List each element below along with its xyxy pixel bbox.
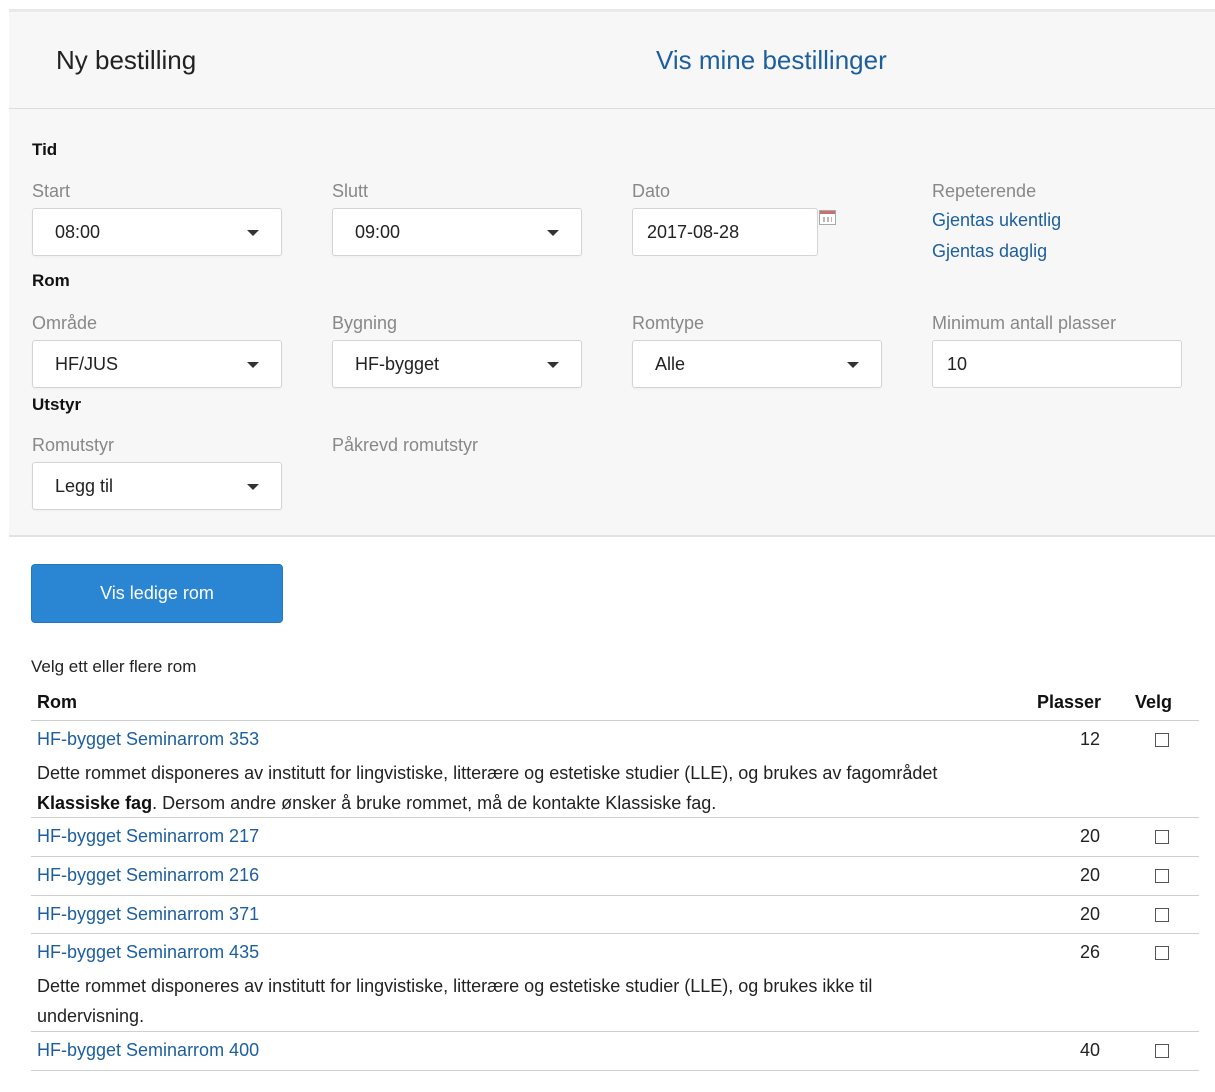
room-link[interactable]: HF-bygget Seminarrom 216 <box>37 865 259 886</box>
roomtype-label: Romtype <box>632 313 705 333</box>
table-row: HF-bygget Seminarrom 353 12 Dette rommet… <box>31 721 1199 818</box>
building-select[interactable]: HF-bygget <box>332 340 582 388</box>
equipment-select[interactable]: Legg til <box>32 462 282 510</box>
area-select[interactable]: HF/JUS <box>32 340 282 388</box>
roomtype-value: Alle <box>655 354 686 374</box>
table-row: HF-bygget Seminarrom 371 20 <box>31 896 1199 934</box>
choose-rooms-text: Velg ett eller flere rom <box>31 657 197 676</box>
room-link[interactable]: HF-bygget Seminarrom 371 <box>37 904 259 925</box>
room-select-checkbox[interactable] <box>1155 869 1169 883</box>
repeat-weekly-link[interactable]: Gjentas ukentlig <box>932 210 1061 231</box>
room-description: Dette rommet disponeres av institutt for… <box>37 976 873 1026</box>
room-select-checkbox[interactable] <box>1155 946 1169 960</box>
room-seats: 20 <box>1079 865 1100 885</box>
table-row: HF-bygget Seminarrom 217 20 <box>31 818 1199 857</box>
section-heading-room: Rom <box>32 271 70 290</box>
tab-my-orders[interactable]: Vis mine bestillinger <box>656 45 887 76</box>
area-value: HF/JUS <box>55 354 118 374</box>
required-equipment-label: Påkrevd romutstyr <box>332 435 479 455</box>
equipment-label: Romutstyr <box>32 435 115 455</box>
room-select-checkbox[interactable] <box>1155 733 1169 747</box>
table-row: HF-bygget Seminarrom 435 26 Dette rommet… <box>31 934 1199 1032</box>
column-header-select: Velg <box>1134 692 1172 712</box>
table-row: HF-bygget Seminarrom 216 20 <box>31 857 1199 896</box>
end-time-value: 09:00 <box>355 222 401 242</box>
chevron-down-icon <box>547 362 559 368</box>
room-seats: 26 <box>1079 942 1100 962</box>
tab-new-order[interactable]: Ny bestilling <box>56 45 196 76</box>
room-select-checkbox[interactable] <box>1155 908 1169 922</box>
start-time-select[interactable]: 08:00 <box>32 208 282 256</box>
column-header-seats: Plasser <box>1036 692 1101 712</box>
date-label: Dato <box>632 181 671 201</box>
chevron-down-icon <box>247 230 259 236</box>
min-seats-input[interactable]: 10 <box>932 340 1182 388</box>
repeat-label: Repeterende <box>932 181 1037 201</box>
chevron-down-icon <box>847 362 859 368</box>
room-link[interactable]: HF-bygget Seminarrom 400 <box>37 1040 259 1061</box>
room-link[interactable]: HF-bygget Seminarrom 353 <box>37 729 259 750</box>
table-header: Rom Plasser Velg <box>31 684 1199 721</box>
room-description: Dette rommet disponeres av institutt for… <box>37 763 938 813</box>
roomtype-select[interactable]: Alle <box>632 340 882 388</box>
section-heading-equipment: Utstyr <box>32 395 82 414</box>
calendar-icon[interactable] <box>819 210 836 225</box>
column-header-room: Rom <box>37 692 77 712</box>
repeat-daily-link[interactable]: Gjentas daglig <box>932 241 1047 262</box>
room-select-checkbox[interactable] <box>1155 830 1169 844</box>
room-link[interactable]: HF-bygget Seminarrom 435 <box>37 942 259 963</box>
min-seats-label: Minimum antall plasser <box>932 313 1117 333</box>
end-time-select[interactable]: 09:00 <box>332 208 582 256</box>
date-input[interactable]: 2017-08-28 <box>632 208 818 256</box>
start-time-value: 08:00 <box>55 222 101 242</box>
room-seats: 40 <box>1079 1040 1100 1060</box>
chevron-down-icon <box>247 362 259 368</box>
start-label: Start <box>32 181 71 201</box>
end-label: Slutt <box>332 181 369 201</box>
show-available-rooms-button[interactable]: Vis ledige rom <box>31 564 283 623</box>
room-select-checkbox[interactable] <box>1155 1044 1169 1058</box>
chevron-down-icon <box>547 230 559 236</box>
area-label: Område <box>32 313 98 333</box>
room-seats: 20 <box>1079 904 1100 924</box>
booking-form-panel: Ny bestilling Vis mine bestillinger <box>9 12 1215 537</box>
room-seats: 20 <box>1079 826 1100 846</box>
section-heading-time: Tid <box>32 140 58 159</box>
equipment-value: Legg til <box>55 476 114 496</box>
chevron-down-icon <box>247 484 259 490</box>
building-label: Bygning <box>332 313 398 333</box>
room-link[interactable]: HF-bygget Seminarrom 217 <box>37 826 259 847</box>
building-value: HF-bygget <box>355 354 440 374</box>
table-row: HF-bygget Seminarrom 400 40 <box>31 1032 1199 1071</box>
rooms-table: Rom Plasser Velg HF-bygget Seminarrom 35… <box>31 684 1199 1071</box>
room-seats: 12 <box>1079 729 1100 749</box>
tab-bar: Ny bestilling Vis mine bestillinger <box>9 12 1215 109</box>
